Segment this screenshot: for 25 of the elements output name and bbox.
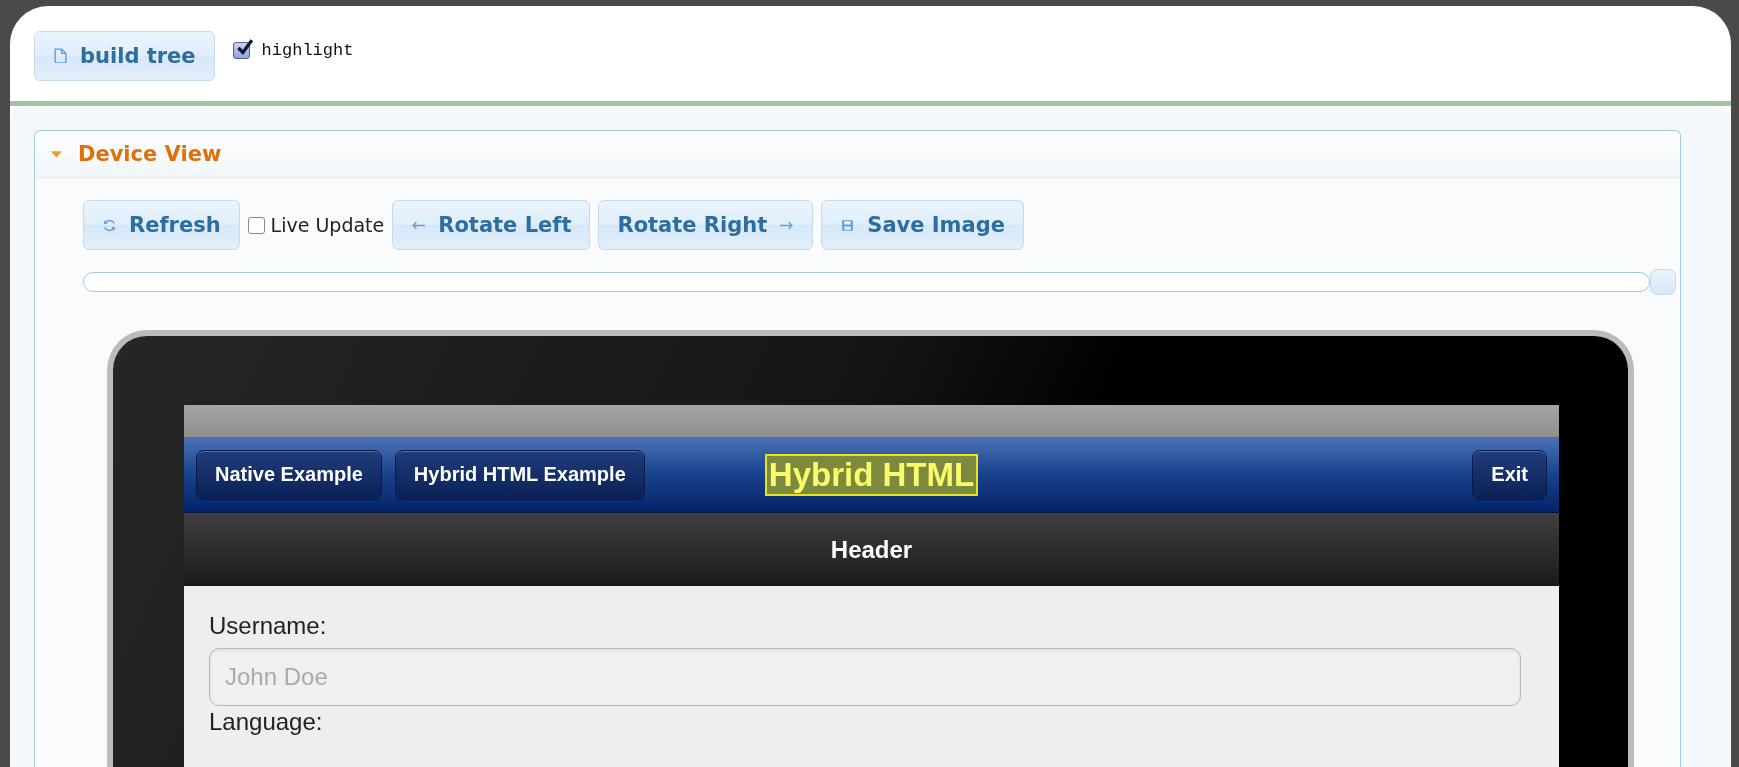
refresh-icon bbox=[102, 217, 117, 233]
text-input-field[interactable]: John Doe bbox=[209, 648, 1521, 706]
field-label: Username: bbox=[209, 612, 328, 640]
highlight-label: highlight bbox=[261, 41, 354, 60]
nav-title: Hybrid HTML bbox=[764, 453, 979, 496]
toolbar-button[interactable]: Rotate Right bbox=[598, 200, 814, 250]
panel-title: Device View bbox=[78, 142, 222, 166]
highlight-checkbox[interactable] bbox=[232, 42, 250, 59]
toolbar-button[interactable]: Refresh bbox=[83, 200, 240, 250]
toolbar-button[interactable]: Save Image bbox=[821, 200, 1024, 250]
field-label: Language: bbox=[209, 708, 324, 736]
nav-button[interactable]: Hybrid HTML Example bbox=[394, 449, 645, 500]
zoom-slider-track[interactable] bbox=[83, 272, 1650, 292]
live-update-label: Live Update bbox=[270, 214, 385, 236]
live-update-checkbox[interactable] bbox=[247, 216, 265, 234]
exit-button[interactable]: Exit bbox=[1472, 449, 1547, 500]
page-header: Header bbox=[184, 513, 1559, 586]
save-icon bbox=[840, 217, 856, 233]
build-tree-button[interactable]: build tree bbox=[34, 30, 215, 81]
nav-button[interactable]: Native Example bbox=[196, 449, 382, 500]
accordion-header[interactable]: Device View bbox=[35, 131, 1680, 178]
toolbar-button[interactable]: Rotate Left bbox=[392, 200, 591, 250]
document-icon bbox=[53, 48, 68, 63]
slider-handle[interactable] bbox=[1650, 269, 1676, 295]
caret-icon bbox=[51, 150, 62, 158]
